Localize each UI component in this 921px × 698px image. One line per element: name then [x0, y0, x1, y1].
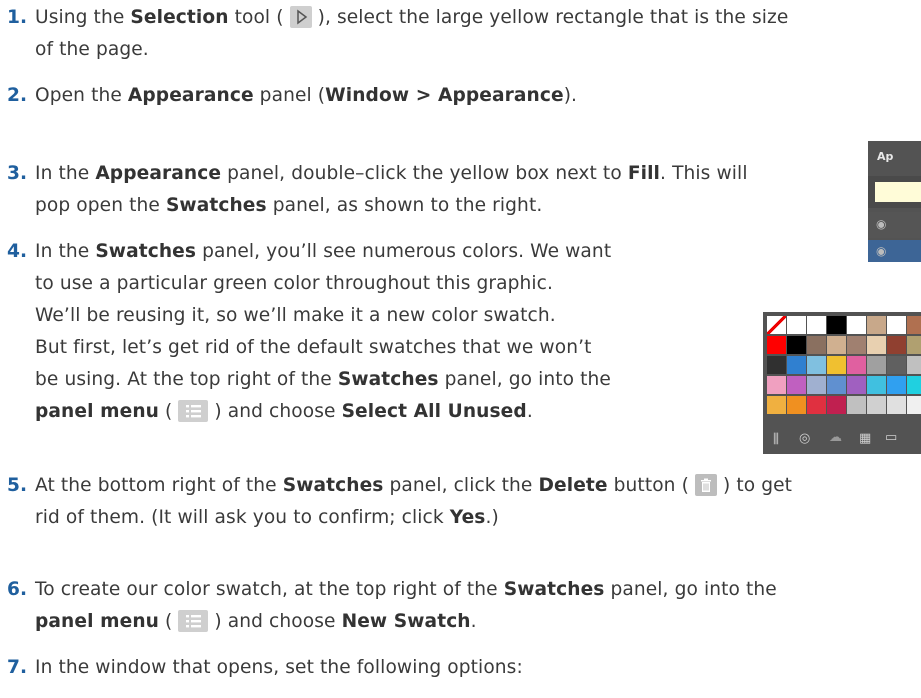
swatch-cell[interactable] — [807, 336, 826, 354]
step-number: 5. — [7, 475, 28, 496]
show-swatch-kinds-icon: ◎ — [799, 431, 811, 446]
delete-trash-icon — [694, 474, 717, 496]
step-text-line: be using. At the top right of the Swatch… — [35, 369, 611, 390]
step-3: 3. In the Appearance panel, double–click… — [0, 158, 860, 222]
swatch-cell[interactable] — [887, 336, 906, 354]
swatch-cell[interactable] — [827, 396, 846, 414]
swatch-cell[interactable] — [787, 336, 806, 354]
swatch-cell[interactable] — [787, 396, 806, 414]
step-number: 7. — [7, 657, 28, 678]
step-text-line: In the Appearance panel, double–click th… — [35, 163, 748, 184]
swatch-cell[interactable] — [787, 376, 806, 394]
swatch-cell[interactable] — [827, 316, 846, 334]
swatch-cell[interactable] — [867, 396, 886, 414]
swatch-cell[interactable] — [767, 396, 786, 414]
swatch-cell[interactable] — [887, 396, 906, 414]
swatch-cell[interactable] — [847, 316, 866, 334]
swatch-cell[interactable] — [807, 376, 826, 394]
selection-tool-label: Selection — [130, 7, 229, 28]
step-text-line: to use a particular green color througho… — [35, 273, 554, 294]
swatch-cell[interactable] — [847, 356, 866, 374]
swatch-cell[interactable] — [827, 336, 846, 354]
step-2: 2. Open the Appearance panel (Window > A… — [0, 80, 860, 112]
swatch-cell[interactable] — [907, 356, 921, 374]
step-text-line: In the Swatches panel, you’ll see numero… — [35, 241, 612, 262]
step-text-line: Using the Selection tool ( ), select the… — [35, 6, 789, 28]
step-number: 4. — [7, 241, 28, 262]
swatch-cell[interactable] — [907, 396, 921, 414]
swatch-cell[interactable] — [887, 316, 906, 334]
step-text-line: rid of them. (It will ask you to confirm… — [35, 507, 499, 528]
swatch-cell[interactable] — [847, 376, 866, 394]
swatch-cell[interactable] — [907, 316, 921, 334]
swatch-cell[interactable] — [867, 316, 886, 334]
step-text-line: of the page. — [35, 39, 149, 60]
swatch-cell[interactable] — [867, 356, 886, 374]
swatch-cell[interactable] — [767, 316, 786, 334]
eye-icon: ◉ — [876, 244, 887, 258]
swatch-cell[interactable] — [787, 356, 806, 374]
step-text-line: At the bottom right of the Swatches pane… — [35, 474, 793, 496]
step-text-line: pop open the Swatches panel, as shown to… — [35, 195, 543, 216]
step-1: 1. Using the Selection tool ( ), select … — [0, 2, 921, 66]
appearance-fill-swatch — [875, 182, 921, 202]
swatch-cell[interactable] — [847, 336, 866, 354]
swatch-cell[interactable] — [767, 336, 786, 354]
swatch-cell[interactable] — [807, 396, 826, 414]
step-number: 1. — [7, 7, 28, 28]
swatch-cell[interactable] — [827, 376, 846, 394]
panel-menu-icon — [178, 400, 209, 422]
swatch-cell[interactable] — [867, 336, 886, 354]
cloud-library-icon: ☁ — [829, 430, 842, 445]
menu-path: Window > Appearance — [325, 85, 564, 106]
step-number: 3. — [7, 163, 28, 184]
step-text-line: We’ll be reusing it, so we’ll make it a … — [35, 305, 556, 326]
swatches-panel-screenshot: ⫼ ◎ ☁ ▦ ▭ — [763, 312, 921, 454]
swatch-cell[interactable] — [847, 396, 866, 414]
step-text-line: Open the Appearance panel (Window > Appe… — [35, 85, 578, 106]
swatch-cell[interactable] — [827, 356, 846, 374]
panel-menu-icon — [178, 610, 209, 632]
swatch-cell[interactable] — [787, 316, 806, 334]
step-7: 7. In the window that opens, set the fol… — [0, 652, 860, 684]
step-text-line: But first, let’s get rid of the default … — [35, 337, 592, 358]
swatch-cell[interactable] — [767, 376, 786, 394]
step-text-line: panel menu ( ) and choose Select All Unu… — [35, 400, 533, 422]
eye-icon: ◉ — [876, 217, 887, 231]
swatch-options-icon: ▦ — [859, 431, 872, 446]
swatch-cell[interactable] — [887, 356, 906, 374]
step-text-line: To create our color swatch, at the top r… — [35, 579, 777, 600]
step-5: 5. At the bottom right of the Swatches p… — [0, 470, 921, 534]
swatch-cell[interactable] — [907, 376, 921, 394]
swatch-libraries-icon: ⫼ — [773, 432, 779, 447]
appearance-panel-tab: Ap — [877, 150, 894, 163]
swatch-cell[interactable] — [887, 376, 906, 394]
new-color-group-icon: ▭ — [885, 430, 898, 445]
swatch-cell[interactable] — [807, 316, 826, 334]
swatch-cell[interactable] — [767, 356, 786, 374]
step-number: 2. — [7, 85, 28, 106]
step-text-line: In the window that opens, set the follow… — [35, 657, 523, 678]
selection-tool-icon — [289, 6, 312, 28]
step-6: 6. To create our color swatch, at the to… — [0, 574, 921, 638]
step-text-line: panel menu ( ) and choose New Swatch. — [35, 610, 477, 632]
swatch-cell[interactable] — [907, 336, 921, 354]
swatch-cell[interactable] — [807, 356, 826, 374]
step-4: 4. In the Swatches panel, you’ll see num… — [0, 236, 740, 428]
step-number: 6. — [7, 579, 28, 600]
swatch-cell[interactable] — [867, 376, 886, 394]
